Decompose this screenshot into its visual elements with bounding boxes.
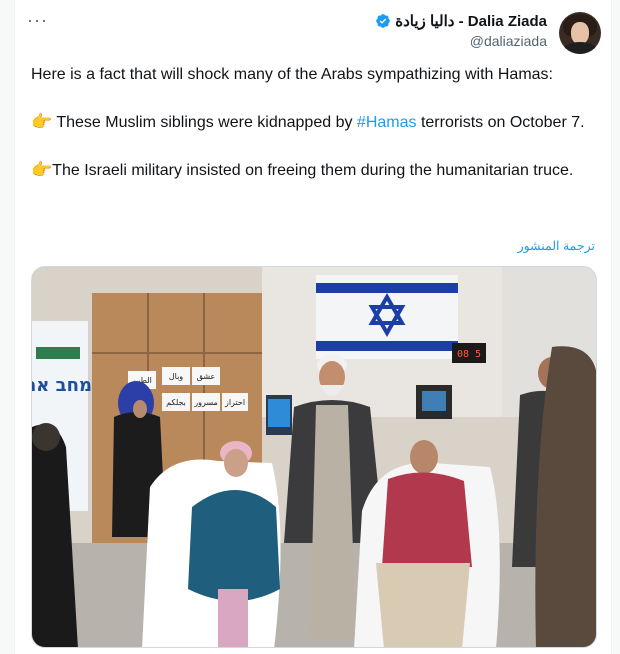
tweet-text: Here is a fact that will shock many of t… — [31, 62, 601, 205]
more-options-icon[interactable]: ··· — [27, 10, 48, 31]
israeli-flag-icon — [316, 275, 458, 359]
tweet-paragraph-3: 👉The Israeli military insisted on freein… — [31, 157, 601, 183]
tweet-paragraph-2: 👉 These Muslim siblings were kidnapped b… — [31, 109, 601, 135]
translate-post-link[interactable]: ترجمة المنشور — [518, 238, 595, 253]
author-display-name[interactable]: داليا زيادة - Dalia Ziada — [395, 12, 547, 30]
author-avatar[interactable] — [559, 12, 601, 54]
paragraph-3-text: The Israeli military insisted on freeing… — [52, 162, 574, 179]
cabinet-label-4: مسرور — [193, 398, 218, 407]
author-handle[interactable]: @daliaziada — [375, 33, 547, 49]
tweet-photo[interactable]: عشق وبال الطين مسرور بجلكم احتراز מחב את — [31, 266, 597, 648]
cabinet-label-2: وبال — [169, 372, 183, 381]
tweet-header: ··· داليا زيادة - Dalia Ziada @daliaziad… — [15, 8, 613, 56]
cabinet-label-1: عشق — [197, 372, 216, 381]
paragraph-2-text-end: terrorists on October 7. — [416, 114, 585, 131]
hashtag-link[interactable]: #Hamas — [357, 114, 417, 131]
paragraph-2-text: These Muslim siblings were kidnapped by — [52, 114, 357, 131]
cabinet-label-5: بجلكم — [166, 398, 186, 407]
tweet-card: ··· داليا زيادة - Dalia Ziada @daliaziad… — [14, 0, 612, 654]
pointing-hand-icon: 👉 — [31, 112, 53, 131]
author-names[interactable]: داليا زيادة - Dalia Ziada @daliaziada — [375, 12, 547, 49]
cabinet-label-6: احتراز — [224, 398, 245, 407]
clock-display: 08 5 — [457, 349, 481, 360]
pointing-hand-icon: 👉 — [31, 160, 53, 179]
verified-badge-icon — [376, 14, 391, 28]
tweet-paragraph-1: Here is a fact that will shock many of t… — [31, 66, 553, 83]
hebrew-sign-text: מחב את — [32, 375, 92, 396]
